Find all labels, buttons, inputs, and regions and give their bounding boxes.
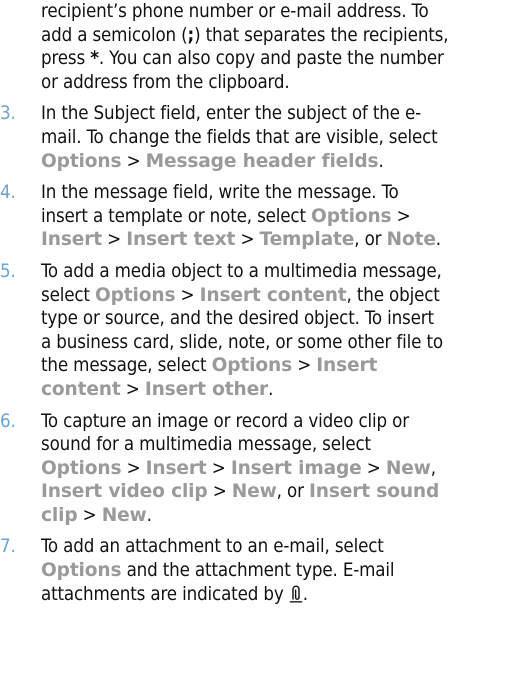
punctuation: , bbox=[430, 457, 436, 479]
menu-keyword: Options bbox=[94, 284, 176, 306]
step-number: 5. bbox=[0, 260, 16, 282]
step-number: 7. bbox=[0, 536, 16, 558]
text-fragment: To add a media object to a multimedia me… bbox=[41, 260, 442, 282]
text-fragment: To add an attachment to an e-mail, selec… bbox=[41, 536, 384, 558]
menu-keyword: New bbox=[101, 504, 147, 526]
text-line: Insert video clip > New, or Insert sound bbox=[0, 480, 515, 504]
text-line: content > Insert other. bbox=[0, 378, 515, 402]
menu-keyword: Insert image bbox=[230, 457, 362, 479]
menu-keyword: clip bbox=[41, 504, 78, 526]
menu-separator: > bbox=[77, 504, 102, 526]
menu-separator: > bbox=[121, 150, 146, 172]
step-3: 3. In the Subject field, enter the subjec… bbox=[0, 102, 515, 126]
menu-separator: > bbox=[207, 481, 232, 503]
text-line: mail. To change the fields that are visi… bbox=[0, 126, 515, 150]
step-number: 6. bbox=[0, 410, 16, 432]
text-fragment: the message, select bbox=[41, 355, 212, 377]
menu-keyword: Options bbox=[41, 457, 122, 479]
text-fragment: press bbox=[41, 48, 91, 70]
step-5: 5. To add a media object to a multimedia … bbox=[0, 260, 515, 284]
menu-keyword: Insert text bbox=[126, 229, 236, 251]
text-fragment: , the object bbox=[346, 284, 440, 306]
text-line: attachments are indicated by . bbox=[0, 583, 515, 607]
text-fragment: , or bbox=[354, 229, 387, 251]
step-2-continuation: recipient’s phone number or e-mail addre… bbox=[0, 0, 515, 24]
menu-separator: > bbox=[120, 378, 145, 400]
step-4: 4. In the message field, write the messag… bbox=[0, 181, 515, 205]
text-line: select Options > Insert content, the obj… bbox=[0, 284, 515, 308]
menu-separator: > bbox=[361, 457, 386, 479]
text-fragment: or address from the clipboard. bbox=[41, 71, 290, 93]
text-fragment: select bbox=[41, 284, 95, 306]
instruction-text: recipient’s phone number or e-mail addre… bbox=[0, 0, 515, 606]
menu-keyword: Note bbox=[386, 229, 436, 251]
punctuation: . bbox=[435, 229, 441, 251]
text-line: press *. You can also copy and paste the… bbox=[0, 47, 515, 71]
punctuation: . bbox=[268, 378, 274, 400]
menu-keyword: Template bbox=[259, 229, 355, 251]
text-fragment: attachments are indicated by bbox=[41, 583, 289, 605]
paperclip-icon bbox=[289, 585, 303, 603]
menu-keyword: Insert bbox=[316, 355, 378, 377]
menu-separator: > bbox=[391, 205, 411, 227]
text-fragment: In the Subject field, enter the subject … bbox=[41, 103, 422, 125]
punctuation: . bbox=[302, 583, 308, 605]
text-fragment: , or bbox=[276, 481, 309, 503]
menu-separator: > bbox=[102, 229, 127, 251]
punctuation: . bbox=[146, 504, 152, 526]
step-7: 7. To add an attachment to an e-mail, sel… bbox=[0, 535, 515, 559]
menu-separator: > bbox=[235, 229, 260, 251]
text-line: a business card, slide, note, or some ot… bbox=[0, 331, 515, 355]
text-line: Options > Message header fields. bbox=[0, 150, 515, 174]
text-line: insert a template or note, select Option… bbox=[0, 205, 515, 229]
asterisk-symbol: * bbox=[90, 48, 99, 70]
text-fragment: ) that separates the recipients, bbox=[194, 24, 449, 46]
menu-separator: > bbox=[206, 457, 231, 479]
punctuation: . bbox=[378, 150, 384, 172]
menu-keyword: Insert other bbox=[144, 378, 269, 400]
menu-keyword: Insert bbox=[145, 457, 207, 479]
menu-keyword: Insert bbox=[41, 229, 102, 251]
text-fragment: In the message field, write the message.… bbox=[41, 182, 399, 204]
step-number: 4. bbox=[0, 182, 16, 204]
text-line: add a semicolon (;) that separates the r… bbox=[0, 24, 515, 48]
text-fragment: insert a template or note, select bbox=[41, 205, 312, 227]
menu-keyword: Message header fields bbox=[145, 150, 379, 172]
text-fragment: . You can also copy and paste the number bbox=[98, 48, 444, 70]
menu-keyword: Options bbox=[311, 205, 392, 227]
text-line: sound for a multimedia message, select bbox=[0, 433, 515, 457]
text-fragment: mail. To change the fields that are visi… bbox=[41, 126, 438, 148]
text-fragment: a business card, slide, note, or some ot… bbox=[41, 331, 443, 353]
menu-keyword: New bbox=[231, 481, 277, 503]
step-6: 6. To capture an image or record a video … bbox=[0, 410, 515, 434]
text-line: Insert > Insert text > Template, or Note… bbox=[0, 228, 515, 252]
menu-keyword: Options bbox=[41, 150, 122, 172]
text-line: or address from the clipboard. bbox=[0, 71, 515, 95]
menu-keyword: Insert content bbox=[199, 284, 347, 306]
text-line: Options and the attachment type. E-mail bbox=[0, 559, 515, 583]
menu-separator: > bbox=[121, 457, 146, 479]
text-fragment: To capture an image or record a video cl… bbox=[41, 410, 409, 432]
menu-keyword: New bbox=[385, 457, 431, 479]
text-line: Options > Insert > Insert image > New, bbox=[0, 457, 515, 481]
text-line: recipient’s phone number or e-mail addre… bbox=[41, 1, 429, 22]
menu-separator: > bbox=[292, 355, 317, 377]
menu-separator: > bbox=[175, 284, 200, 306]
menu-keyword: Insert video clip bbox=[41, 481, 208, 503]
menu-keyword: Insert sound bbox=[308, 481, 440, 503]
menu-keyword: Options bbox=[211, 355, 293, 377]
text-line: the message, select Options > Insert bbox=[0, 354, 515, 378]
text-fragment: type or source, and the desired object. … bbox=[41, 308, 434, 330]
text-fragment: add a semicolon ( bbox=[41, 24, 188, 46]
text-fragment: and the attachment type. E-mail bbox=[121, 560, 395, 582]
text-fragment: sound for a multimedia message, select bbox=[41, 434, 371, 456]
text-line: clip > New. bbox=[0, 504, 515, 528]
menu-keyword: content bbox=[41, 378, 121, 400]
text-line: type or source, and the desired object. … bbox=[0, 307, 515, 331]
menu-keyword: Options bbox=[41, 560, 122, 582]
step-number: 3. bbox=[0, 103, 16, 125]
manual-page: recipient’s phone number or e-mail addre… bbox=[0, 0, 515, 698]
